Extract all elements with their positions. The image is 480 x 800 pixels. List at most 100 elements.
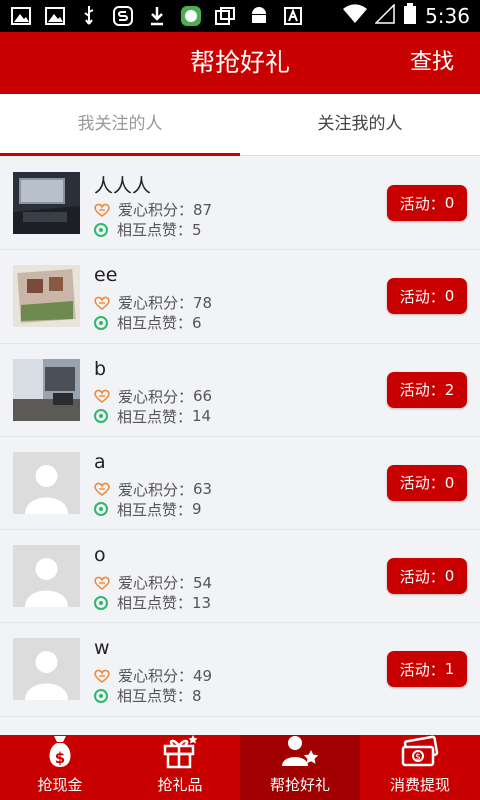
avatar[interactable] <box>13 451 80 514</box>
tab-following[interactable]: 我关注的人 <box>0 94 240 156</box>
list-item[interactable]: b 爱心积分： 66 相互点赞： 14 活动： 2 <box>0 343 480 437</box>
avatar[interactable] <box>13 265 80 328</box>
page-title: 帮抢好礼 <box>189 48 290 77</box>
activity-count: 0 <box>444 473 455 492</box>
points-value: 49 <box>193 666 213 685</box>
list-item[interactable]: a 爱心积分： 63 相互点赞： 9 活动： 0 <box>0 436 480 531</box>
like-icon <box>94 502 108 517</box>
like-icon <box>94 688 108 703</box>
nav-label: 抢礼品 <box>157 776 203 794</box>
points-value: 63 <box>193 480 213 499</box>
nav-label: 消费提现 <box>389 776 450 794</box>
avatar[interactable] <box>13 638 80 701</box>
activity-label: 活动： <box>399 381 445 400</box>
points-label: 爱心积分： <box>118 294 194 313</box>
points-value: 78 <box>193 293 213 312</box>
points-stat: 爱心积分： 63 <box>94 479 212 500</box>
activity-button[interactable]: 活动： 0 <box>387 278 467 315</box>
user-list: 人人人 爱心积分： 87 相互点赞： 5 活动： 0 ee 爱心积分： 78 相互点赞： 6 活动： 0 b… <box>0 157 480 735</box>
likes-label: 相互点赞： <box>117 687 193 706</box>
points-label: 爱心积分： <box>118 574 194 593</box>
activity-button[interactable]: 活动： 1 <box>387 651 467 688</box>
nav-help-grab[interactable]: 帮抢好礼 <box>240 735 360 800</box>
green-app-icon <box>180 6 202 26</box>
activity-button[interactable]: 活动： 2 <box>387 371 467 408</box>
points-stat: 爱心积分： 87 <box>94 199 212 220</box>
heart-icon <box>94 482 110 497</box>
nav-label: 帮抢好礼 <box>269 776 330 794</box>
activity-label: 活动： <box>399 660 445 679</box>
points-value: 87 <box>193 200 213 219</box>
svg-text:$: $ <box>55 749 65 767</box>
activity-button[interactable]: 活动： 0 <box>387 185 467 221</box>
likes-label: 相互点赞： <box>117 314 193 333</box>
heart-icon <box>94 203 110 217</box>
points-value: 66 <box>193 387 213 406</box>
copy-icon <box>214 6 236 26</box>
list-item[interactable]: w 爱心积分： 49 相互点赞： 8 活动： 1 <box>0 623 480 717</box>
like-icon <box>94 409 108 424</box>
user-name: b <box>94 357 107 380</box>
likes-value: 14 <box>192 407 212 426</box>
heart-icon <box>94 296 110 310</box>
title-bar: 帮抢好礼 查找 <box>0 32 480 94</box>
battery-icon <box>403 3 417 29</box>
usb-icon <box>78 6 100 26</box>
user-name: 人人人 <box>94 175 152 197</box>
likes-stat: 相互点赞： 5 <box>94 219 202 240</box>
activity-button[interactable]: 活动： 0 <box>387 464 467 501</box>
likes-stat: 相互点赞： 13 <box>94 592 211 613</box>
android-icon <box>248 6 270 26</box>
activity-count: 1 <box>444 660 455 679</box>
user-name: o <box>94 544 106 567</box>
activity-count: 0 <box>444 567 455 586</box>
nav-grab-gift[interactable]: 抢礼品 <box>120 735 240 800</box>
user-name: ee <box>94 264 118 287</box>
search-button[interactable]: 查找 <box>410 32 454 94</box>
avatar[interactable] <box>13 172 80 234</box>
nav-grab-cash[interactable]: $ 抢现金 <box>0 735 120 800</box>
points-stat: 爱心积分： 78 <box>94 292 212 313</box>
nav-cash-out[interactable]: $ 消费提现 <box>360 735 480 800</box>
likes-stat: 相互点赞： 8 <box>94 685 202 706</box>
likes-value: 6 <box>192 313 202 332</box>
likes-label: 相互点赞： <box>117 500 193 519</box>
activity-label: 活动： <box>399 194 445 213</box>
activity-button[interactable]: 活动： 0 <box>387 558 467 595</box>
tab-bar: 我关注的人 关注我的人 <box>0 94 480 156</box>
avatar[interactable] <box>13 358 80 421</box>
points-stat: 爱心积分： 49 <box>94 665 212 686</box>
status-time: 5:36 <box>425 4 470 28</box>
list-item[interactable]: o 爱心积分： 54 相互点赞： 13 活动： 0 <box>0 530 480 624</box>
gift-icon <box>160 733 200 773</box>
points-value: 54 <box>193 573 213 592</box>
list-item[interactable]: 人人人 爱心积分： 87 相互点赞： 5 活动： 0 <box>0 157 480 251</box>
points-stat: 爱心积分： 66 <box>94 386 212 407</box>
list-item[interactable]: ee 爱心积分： 78 相互点赞： 6 活动： 0 <box>0 250 480 344</box>
money-bag-icon: $ <box>42 733 78 773</box>
likes-value: 9 <box>192 500 202 519</box>
signal-icon <box>374 3 395 28</box>
image-icon <box>44 6 66 26</box>
activity-count: 0 <box>444 287 455 306</box>
activity-label: 活动： <box>399 287 445 306</box>
activity-label: 活动： <box>399 567 445 586</box>
likes-label: 相互点赞： <box>117 221 193 239</box>
avatar[interactable] <box>13 545 80 608</box>
likes-stat: 相互点赞： 14 <box>94 406 211 427</box>
likes-stat: 相互点赞： 6 <box>94 312 202 333</box>
image-icon <box>10 6 32 26</box>
points-label: 爱心积分： <box>118 667 194 686</box>
like-icon <box>94 315 108 330</box>
nav-label: 抢现金 <box>37 776 83 794</box>
user-star-icon <box>280 733 320 773</box>
activity-count: 2 <box>444 380 455 399</box>
status-bar: 5:36 <box>0 0 480 32</box>
tab-followers[interactable]: 关注我的人 <box>240 94 480 155</box>
a-icon <box>282 6 304 26</box>
likes-stat: 相互点赞： 9 <box>94 499 202 520</box>
s-app-icon <box>112 6 134 26</box>
activity-label: 活动： <box>399 474 445 493</box>
user-name: a <box>94 450 106 473</box>
likes-label: 相互点赞： <box>117 407 193 426</box>
